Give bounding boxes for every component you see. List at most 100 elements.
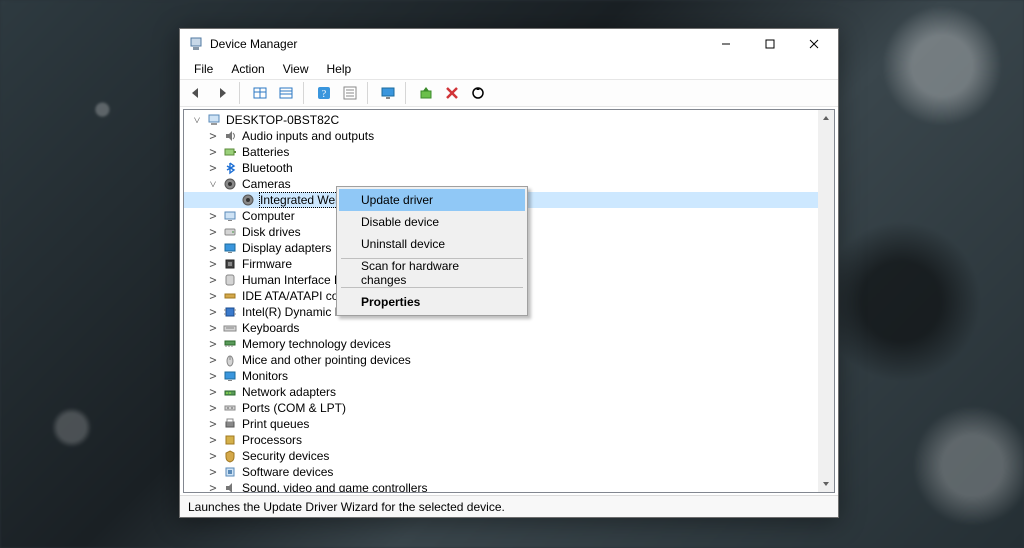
port-icon: [222, 400, 238, 416]
audio-icon: [222, 128, 238, 144]
tree-item-label: Monitors: [242, 369, 288, 383]
scroll-track[interactable]: [818, 126, 834, 476]
expand-toggle[interactable]: >: [206, 354, 220, 366]
help-icon: ?: [316, 85, 332, 101]
tree-category[interactable]: >Software devices: [184, 464, 834, 480]
tree-category[interactable]: > Network adapters: [184, 384, 834, 400]
toolbar-properties-button[interactable]: [338, 82, 362, 104]
menu-help[interactable]: Help: [319, 61, 360, 77]
camera-icon: [240, 192, 256, 208]
tree-item-label: Display adapters: [242, 241, 331, 255]
firmware-icon: [222, 256, 238, 272]
tree-category[interactable]: > Keyboards: [184, 320, 834, 336]
expand-toggle[interactable]: >: [206, 450, 220, 462]
expand-toggle[interactable]: >: [206, 274, 220, 286]
display-icon: [222, 240, 238, 256]
toolbar-back-button[interactable]: [184, 82, 208, 104]
menu-view[interactable]: View: [275, 61, 317, 77]
security-icon: [222, 448, 238, 464]
scrollbar[interactable]: [818, 110, 834, 492]
menu-file[interactable]: File: [186, 61, 221, 77]
toolbar-scan-button[interactable]: [376, 82, 400, 104]
keyboard-icon: [222, 320, 238, 336]
statusbar-text: Launches the Update Driver Wizard for th…: [188, 500, 505, 514]
tree-item-label: Bluetooth: [242, 161, 293, 175]
toolbar-separator: [239, 82, 243, 104]
toolbar-show-hidden-button[interactable]: [248, 82, 272, 104]
context-menu-item[interactable]: Disable device: [339, 211, 525, 233]
camera-icon: [222, 176, 238, 192]
context-menu-item[interactable]: Properties: [339, 291, 525, 313]
toolbar-update-driver-button[interactable]: [414, 82, 438, 104]
expand-toggle[interactable]: >: [206, 338, 220, 350]
tree-category[interactable]: > Ports (COM & LPT): [184, 400, 834, 416]
expand-toggle[interactable]: >: [206, 434, 220, 446]
context-menu: Update driverDisable deviceUninstall dev…: [336, 186, 528, 316]
tree-category[interactable]: > Monitors: [184, 368, 834, 384]
expand-toggle[interactable]: >: [206, 482, 220, 492]
close-button[interactable]: [792, 30, 836, 58]
toolbar-help-button[interactable]: ?: [312, 82, 336, 104]
expand-toggle[interactable]: >: [206, 322, 220, 334]
minimize-button[interactable]: [704, 30, 748, 58]
expand-toggle[interactable]: >: [206, 370, 220, 382]
statusbar: Launches the Update Driver Wizard for th…: [180, 495, 838, 517]
expand-toggle[interactable]: >: [206, 402, 220, 414]
expand-toggle[interactable]: >: [206, 386, 220, 398]
expand-toggle[interactable]: >: [206, 290, 220, 302]
maximize-button[interactable]: [748, 30, 792, 58]
tree-item-label: Firmware: [242, 257, 292, 271]
software-icon: [222, 464, 238, 480]
context-menu-item[interactable]: Uninstall device: [339, 233, 525, 255]
scroll-up-button[interactable]: [818, 110, 834, 126]
tree-category[interactable]: >Audio inputs and outputs: [184, 128, 834, 144]
expand-toggle[interactable]: >: [206, 146, 220, 158]
toolbar-uninstall-button[interactable]: [440, 82, 464, 104]
svg-text:?: ?: [322, 89, 327, 100]
scroll-down-button[interactable]: [818, 476, 834, 492]
pc-icon: [206, 112, 222, 128]
tree-category[interactable]: > Bluetooth: [184, 160, 834, 176]
tree-category[interactable]: > Processors: [184, 432, 834, 448]
menubar: File Action View Help: [180, 59, 838, 79]
tree-category[interactable]: >Batteries: [184, 144, 834, 160]
toolbar-disable-button[interactable]: [466, 82, 490, 104]
expand-toggle[interactable]: >: [206, 162, 220, 174]
tree-item-label: Processors: [242, 433, 302, 447]
tree-category[interactable]: >Sound, video and game controllers: [184, 480, 834, 492]
app-icon: [188, 36, 204, 52]
grid-small-icon: [252, 85, 268, 101]
titlebar[interactable]: Device Manager: [180, 29, 838, 59]
tree-root[interactable]: ˅ DESKTOP-0BST82C: [184, 112, 834, 128]
tree-item-label: Network adapters: [242, 385, 336, 399]
expand-toggle[interactable]: >: [206, 242, 220, 254]
expand-toggle[interactable]: >: [206, 226, 220, 238]
context-menu-item[interactable]: Update driver: [339, 189, 525, 211]
expand-toggle[interactable]: >: [206, 210, 220, 222]
expand-toggle[interactable]: ˅: [190, 114, 204, 126]
expand-toggle[interactable]: >: [206, 418, 220, 430]
expand-toggle[interactable]: >: [206, 130, 220, 142]
expand-toggle[interactable]: >: [206, 466, 220, 478]
tree-category[interactable]: >Memory technology devices: [184, 336, 834, 352]
ide-icon: [222, 288, 238, 304]
tree-category[interactable]: >Mice and other pointing devices: [184, 352, 834, 368]
expand-toggle[interactable]: >: [206, 306, 220, 318]
disk-icon: [222, 224, 238, 240]
tree-category[interactable]: >Security devices: [184, 448, 834, 464]
tree-item-label: Ports (COM & LPT): [242, 401, 346, 415]
expand-toggle[interactable]: ˅: [206, 178, 220, 190]
tree-category[interactable]: >Print queues: [184, 416, 834, 432]
menu-action[interactable]: Action: [223, 61, 272, 77]
toolbar-forward-button[interactable]: [210, 82, 234, 104]
expand-toggle[interactable]: >: [206, 258, 220, 270]
arrow-right-icon: [214, 85, 230, 101]
toolbar-view-devices-button[interactable]: [274, 82, 298, 104]
tree-item-label: DESKTOP-0BST82C: [226, 113, 339, 127]
context-menu-separator: [341, 287, 523, 288]
window-title: Device Manager: [210, 37, 704, 51]
mouse-icon: [222, 352, 238, 368]
tree-item-label: Keyboards: [242, 321, 299, 335]
toolbar-separator: [405, 82, 409, 104]
context-menu-item[interactable]: Scan for hardware changes: [339, 262, 525, 284]
